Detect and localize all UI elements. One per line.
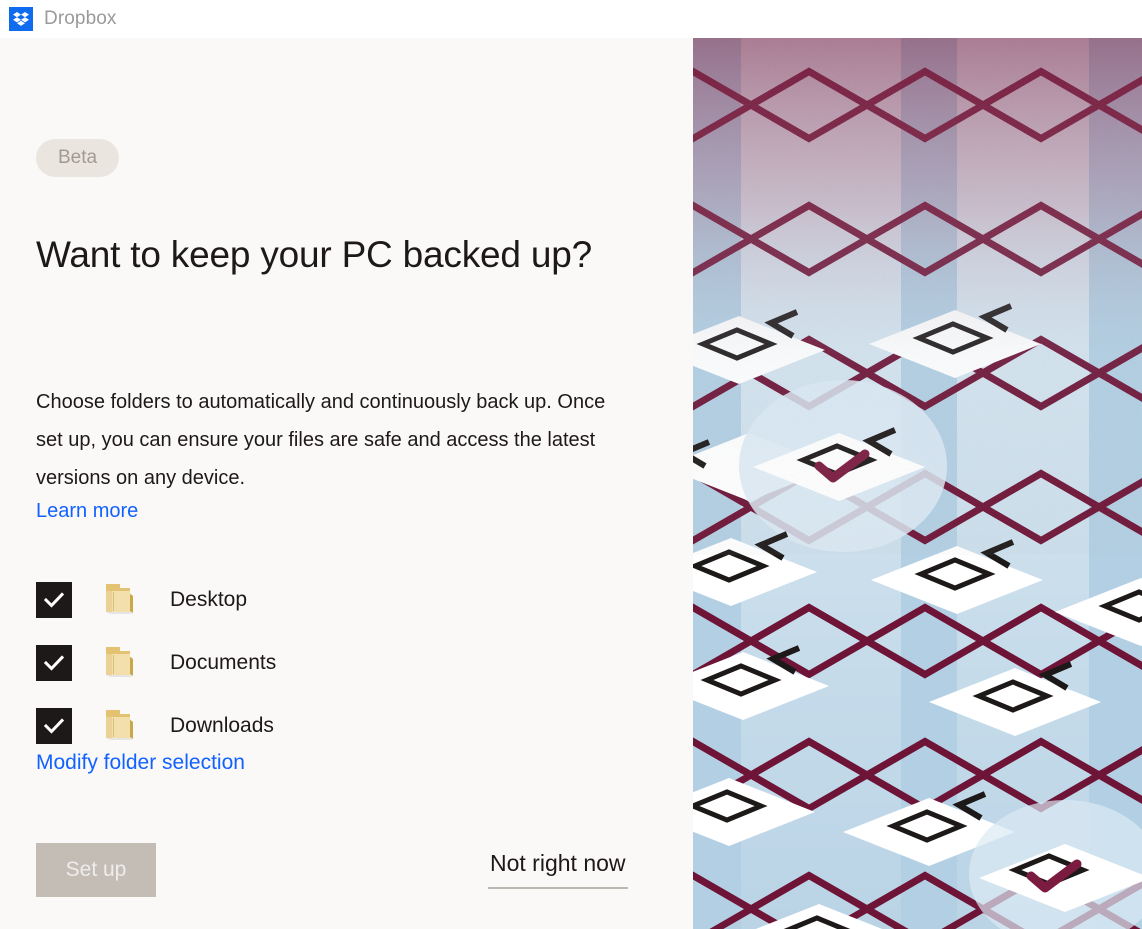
- folder-icon: [100, 580, 142, 620]
- dropbox-logo-icon: [9, 7, 33, 31]
- checkbox-documents[interactable]: [36, 645, 72, 681]
- modify-folder-selection-link[interactable]: Modify folder selection: [36, 751, 245, 775]
- learn-more-link[interactable]: Learn more: [36, 500, 138, 523]
- folder-row-downloads[interactable]: Downloads: [36, 694, 436, 757]
- folder-label: Desktop: [170, 588, 247, 612]
- folder-row-documents[interactable]: Documents: [36, 631, 436, 694]
- content-pane: Beta Want to keep your PC backed up? Cho…: [0, 38, 693, 929]
- folder-icon: [100, 706, 142, 746]
- page-description: Choose folders to automatically and cont…: [36, 383, 636, 497]
- folder-selection-list: Desktop: [36, 568, 436, 757]
- folder-label: Downloads: [170, 714, 274, 738]
- beta-badge: Beta: [36, 139, 119, 177]
- checkbox-downloads[interactable]: [36, 708, 72, 744]
- folder-label: Documents: [170, 651, 276, 675]
- dropbox-backup-window: Dropbox Beta Want to keep your PC backed…: [0, 0, 1142, 929]
- set-up-button[interactable]: Set up: [36, 843, 156, 897]
- folder-icon: [100, 643, 142, 683]
- folder-row-desktop[interactable]: Desktop: [36, 568, 436, 631]
- app-title: Dropbox: [44, 8, 117, 30]
- checkbox-desktop[interactable]: [36, 582, 72, 618]
- titlebar: Dropbox: [0, 0, 1142, 38]
- backup-lattice-illustration: [693, 38, 1142, 929]
- not-right-now-button[interactable]: Not right now: [488, 850, 628, 889]
- page-title: Want to keep your PC backed up?: [36, 231, 666, 280]
